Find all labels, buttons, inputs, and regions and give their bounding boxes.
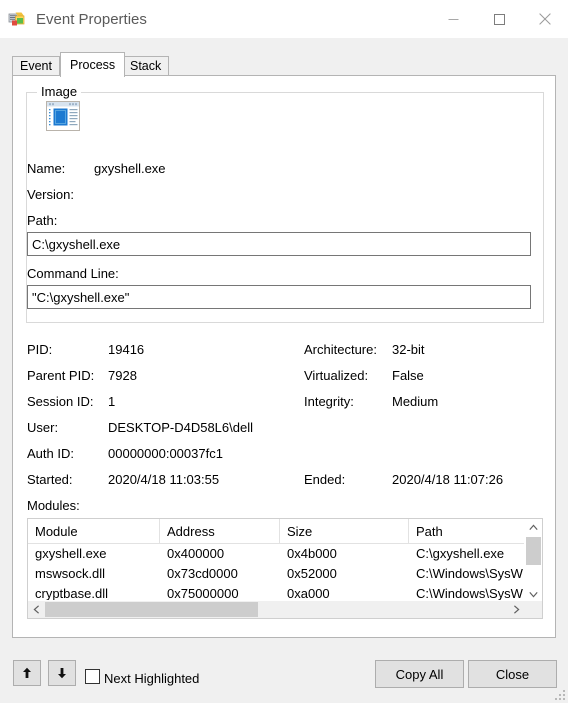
user-value: DESKTOP-D4D58L6\dell	[108, 420, 253, 435]
previous-highlighted-button[interactable]	[13, 660, 41, 686]
cell-module: gxyshell.exe	[35, 546, 107, 561]
cell-path: C:\gxyshell.exe	[416, 546, 505, 561]
event-properties-dialog: Event Properties Event Process Stack Ima…	[0, 0, 568, 703]
tab-strip: Event Process Stack	[12, 52, 556, 77]
auth-id-value: 00000000:00037fc1	[108, 446, 223, 461]
down-arrow-icon	[58, 668, 66, 679]
pid-value: 19416	[108, 342, 145, 357]
procmon-icon	[8, 10, 26, 28]
cell-size: 0x52000	[287, 566, 337, 581]
cell-size: 0x4b000	[287, 546, 337, 561]
table-row[interactable]: gxyshell.exe 0x400000 0x4b000 C:\gxyshel…	[28, 544, 542, 563]
version-label: Version:	[27, 187, 74, 202]
cell-address: 0x400000	[167, 546, 225, 561]
architecture-label: Architecture:	[304, 342, 377, 357]
modules-label: Modules:	[27, 498, 80, 513]
column-header-path[interactable]: Path	[409, 519, 526, 543]
name-label: Name:	[27, 161, 66, 176]
virtualized-label: Virtualized:	[304, 368, 369, 383]
cell-module: mswsock.dll	[35, 566, 106, 581]
close-dialog-button[interactable]: Close	[468, 660, 557, 688]
title-bar: Event Properties	[0, 0, 568, 38]
maximize-button[interactable]	[476, 0, 522, 38]
application-window-icon	[46, 101, 80, 131]
copy-all-button[interactable]: Copy All	[375, 660, 464, 688]
path-label: Path:	[27, 213, 58, 228]
ended-label: Ended:	[304, 472, 346, 487]
table-row[interactable]: mswsock.dll 0x73cd0000 0x52000 C:\Window…	[28, 564, 542, 583]
next-highlighted-label[interactable]: Next Highlighted	[104, 671, 199, 686]
parent-pid-label: Parent PID:	[27, 368, 95, 383]
column-header-size[interactable]: Size	[280, 519, 409, 543]
parent-pid-value: 7928	[108, 368, 137, 383]
window-title: Event Properties	[36, 10, 147, 28]
auth-id-label: Auth ID:	[27, 446, 74, 461]
modules-listview-header: Module Address Size Path	[28, 519, 542, 544]
horizontal-scrollbar-thumb[interactable]	[45, 602, 258, 617]
integrity-value: Medium	[392, 394, 439, 409]
image-group-legend: Image	[37, 84, 82, 99]
tab-process[interactable]: Process	[60, 52, 126, 77]
column-header-address[interactable]: Address	[160, 519, 280, 543]
tab-event[interactable]: Event	[12, 56, 60, 76]
started-value: 2020/4/18 11:03:55	[108, 472, 220, 487]
resize-grip[interactable]	[553, 688, 566, 701]
up-arrow-icon	[23, 667, 31, 678]
tab-process-label: Process	[70, 57, 116, 72]
cell-address: 0x73cd0000	[167, 566, 238, 581]
ended-value: 2020/4/18 11:07:26	[392, 472, 504, 487]
window-controls	[430, 0, 568, 38]
session-id-value: 1	[108, 394, 116, 409]
user-label: User:	[27, 420, 59, 435]
integrity-label: Integrity:	[304, 394, 354, 409]
close-button[interactable]	[522, 0, 568, 38]
column-header-module[interactable]: Module	[28, 519, 160, 543]
vertical-scrollbar-thumb[interactable]	[526, 537, 541, 565]
chevron-right-icon[interactable]	[508, 601, 525, 618]
tab-stack-label: Stack	[130, 59, 162, 74]
virtualized-value: False	[392, 368, 424, 383]
chevron-left-icon[interactable]	[28, 601, 45, 618]
next-highlighted-checkbox[interactable]	[85, 669, 100, 684]
name-value: gxyshell.exe	[94, 161, 166, 176]
minimize-button[interactable]	[430, 0, 476, 38]
architecture-value: 32-bit	[392, 342, 425, 357]
command-line-input[interactable]: "C:\gxyshell.exe"	[27, 285, 531, 309]
tab-stack[interactable]: Stack	[122, 56, 170, 76]
pid-label: PID:	[27, 342, 53, 357]
tab-event-label: Event	[20, 59, 52, 74]
cell-path: C:\Windows\SysW	[416, 566, 523, 581]
modules-listview[interactable]: Module Address Size Path gxyshell.exe 0x…	[27, 518, 543, 619]
path-input[interactable]: C:\gxyshell.exe	[27, 232, 531, 256]
started-label: Started:	[27, 472, 73, 487]
next-highlighted-button[interactable]	[48, 660, 76, 686]
modules-horizontal-scrollbar[interactable]	[28, 600, 542, 618]
modules-vertical-scrollbar[interactable]	[524, 519, 542, 603]
session-id-label: Session ID:	[27, 394, 94, 409]
command-line-label: Command Line:	[27, 266, 119, 281]
chevron-up-icon[interactable]	[525, 519, 542, 536]
process-tab-panel: Image Name: gxyshell.exe Version: Path: …	[12, 75, 556, 638]
